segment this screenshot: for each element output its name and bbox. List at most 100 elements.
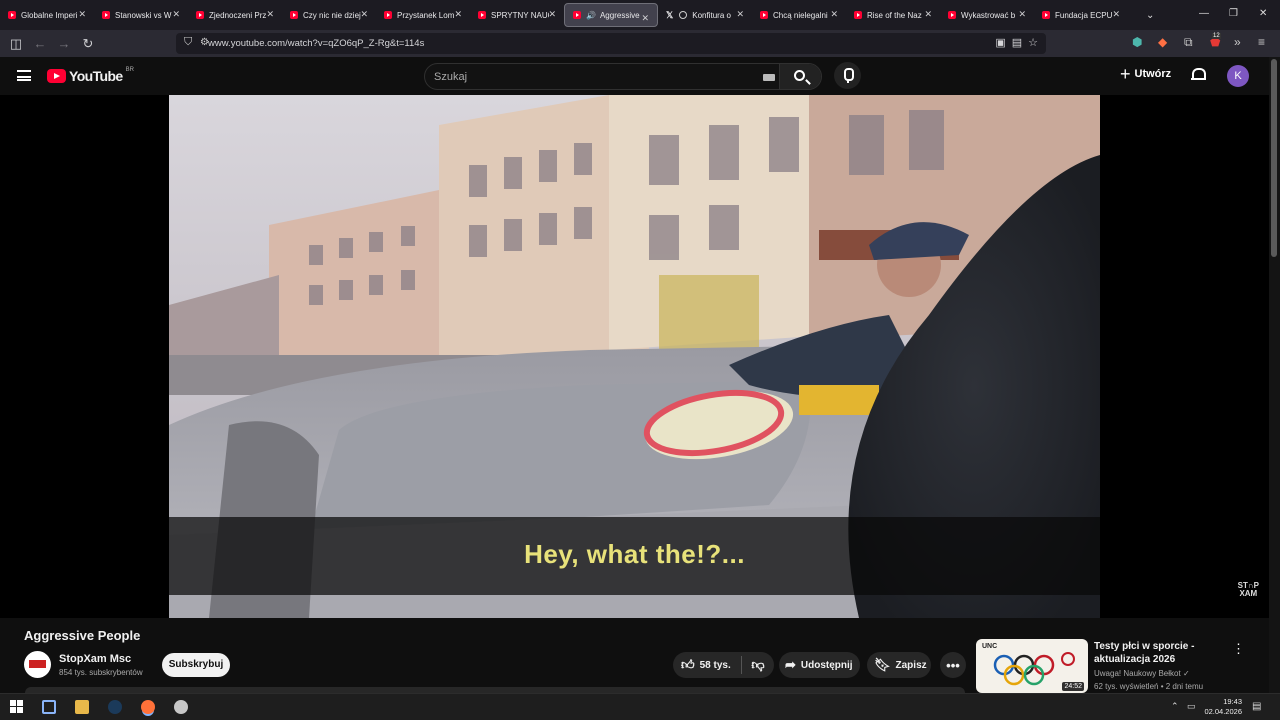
channel-avatar[interactable] [24, 651, 51, 678]
youtube-logo[interactable]: YouTube BR [47, 67, 134, 84]
account-avatar[interactable]: K [1227, 65, 1249, 87]
overflow-chevron-icon[interactable]: » [1234, 35, 1241, 49]
network-icon[interactable]: ▭ [1187, 701, 1196, 712]
menu-icon[interactable]: ≡ [1258, 35, 1265, 49]
app-icon[interactable] [174, 700, 188, 714]
search-input[interactable]: Szukaj [434, 71, 467, 83]
windows-taskbar: ⌃ ▭ 19:43 02.04.2026 ▤ [0, 693, 1280, 720]
extensions-icon[interactable]: ⧉ [1184, 35, 1193, 50]
close-tab-icon[interactable]: ✕ [454, 9, 462, 20]
channel-name[interactable]: StopXam Msc [59, 653, 143, 665]
browser-tab[interactable]: Czy nic nie dziej ✕ [282, 0, 376, 30]
browser-tab[interactable]: SPRYTNY NAUC ✕ [470, 0, 564, 30]
recommended-title[interactable]: Testy płci w sporcie - aktualizacja 2026 [1094, 640, 1244, 666]
file-explorer-icon[interactable] [75, 700, 89, 714]
browser-tab[interactable]: Fundacja ECPU ✕ [1034, 0, 1128, 30]
subscribe-button[interactable]: Subskrybuj [162, 653, 230, 677]
minimize-icon[interactable]: — [1199, 8, 1209, 19]
close-tab-icon[interactable]: ✕ [641, 13, 649, 24]
back-icon[interactable]: ← [28, 36, 52, 51]
youtube-play-icon [47, 69, 66, 83]
browser-tab[interactable]: Globalne Imperi ✕ [0, 0, 94, 30]
browser-tab[interactable]: Wykastrować b ✕ [940, 0, 1034, 30]
windows-start-icon[interactable] [10, 700, 24, 714]
more-actions-button[interactable]: ••• [940, 652, 966, 678]
keyboard-icon[interactable] [763, 74, 775, 81]
share-button[interactable]: ➦ Udostępnij [779, 652, 860, 678]
channel-watermark[interactable]: ST∩P XAM [1238, 582, 1259, 598]
bookmark-star-icon[interactable]: ☆ [1028, 36, 1038, 49]
youtube-icon [573, 11, 581, 19]
restore-icon[interactable]: ❐ [1229, 8, 1238, 19]
browser-tab-bar: Globalne Imperi ✕ Stanowski vs W ✕ Zjednoc… [0, 0, 1280, 30]
monitor-app-icon[interactable] [42, 700, 56, 714]
close-tab-icon[interactable]: ✕ [830, 9, 838, 20]
thumbs-down-icon: 👎︎ [751, 657, 765, 672]
more-vertical-icon[interactable]: ⋮ [1232, 641, 1245, 657]
save-button[interactable]: 🔖︎ Zapisz [867, 652, 931, 678]
browser-tab[interactable]: 𝕏 Konfitura o ✕ [658, 0, 752, 30]
hamburger-menu-icon[interactable] [17, 70, 31, 81]
search-button[interactable] [779, 64, 821, 89]
close-tab-icon[interactable]: ✕ [360, 9, 368, 20]
reload-icon[interactable]: ↻ [76, 36, 100, 52]
youtube-icon [760, 11, 768, 19]
more-horizontal-icon: ••• [946, 657, 960, 673]
close-tab-icon[interactable]: ✕ [548, 9, 556, 20]
vpn-extension-icon[interactable]: ⬢ [1132, 35, 1142, 49]
close-tab-icon[interactable]: ✕ [736, 9, 744, 20]
youtube-icon [478, 11, 486, 19]
youtube-icon [948, 11, 956, 19]
close-tab-icon[interactable]: ✕ [266, 9, 274, 20]
browser-tab-active[interactable]: 🔊 Aggressive ✕ [564, 3, 658, 27]
create-button[interactable]: + Utwórz [1120, 65, 1171, 83]
recommended-video[interactable]: UNC 24:52 Testy płci w sporcie - aktuali… [976, 639, 1266, 693]
picture-in-picture-icon[interactable]: ▣ [995, 36, 1005, 49]
shield-icon[interactable]: ⛉ [184, 36, 192, 49]
steam-icon[interactable] [108, 700, 122, 714]
close-tab-icon[interactable]: ✕ [78, 9, 86, 20]
address-bar[interactable]: ⛉ ⚙ www.youtube.com/watch?v=qZO6qP_Z-Rg&… [176, 33, 1046, 54]
reader-view-icon[interactable]: ▤ [1012, 36, 1022, 49]
browser-tab[interactable]: Przystanek Lom ✕ [376, 0, 470, 30]
url-text[interactable]: www.youtube.com/watch?v=qZO6qP_Z-Rg&t=11… [208, 38, 424, 49]
page-scrollbar[interactable] [1269, 57, 1280, 720]
notifications-bell-icon[interactable] [1191, 67, 1206, 82]
close-tab-icon[interactable]: ✕ [172, 9, 180, 20]
speaker-icon[interactable]: 🔊 [586, 11, 596, 20]
close-tab-icon[interactable]: ✕ [1018, 9, 1026, 20]
subscriber-count: 854 tys. subskrybentów [59, 667, 143, 677]
permissions-icon[interactable]: ⚙ [200, 37, 209, 48]
clock[interactable]: 19:43 02.04.2026 [1198, 697, 1242, 717]
close-tab-icon[interactable]: ✕ [924, 9, 932, 20]
x-icon: 𝕏 [666, 9, 674, 20]
tab-list-chevron-icon[interactable]: ⌄ [1146, 10, 1154, 21]
forward-icon[interactable]: → [52, 36, 76, 51]
notifications-icon[interactable]: ▤ [1252, 701, 1261, 712]
dislike-button[interactable]: 👎︎ [742, 657, 774, 673]
voice-search-mic-icon[interactable] [834, 62, 861, 89]
video-duration: 24:52 [1062, 682, 1084, 691]
browser-tab[interactable]: Zjednoczeni Prz ✕ [188, 0, 282, 30]
channel-info[interactable]: StopXam Msc 854 tys. subskrybentów [24, 651, 143, 678]
tray-chevron-icon[interactable]: ⌃ [1171, 701, 1179, 712]
recommended-thumbnail[interactable]: UNC 24:52 [976, 639, 1088, 693]
video-frame[interactable]: Hey, what the!?... [169, 95, 1100, 618]
browser-tab[interactable]: Chcą nielegalni ✕ [752, 0, 846, 30]
youtube-icon [102, 11, 110, 19]
recommended-channel[interactable]: Uwaga! Naukowy Bełkot ✓ [1094, 669, 1190, 678]
extension-badge: 12 [1212, 33, 1221, 39]
fox-extension-icon[interactable]: ◆ [1158, 35, 1167, 49]
youtube-icon [1042, 11, 1050, 19]
sidebar-toggle-icon[interactable]: ◫ [4, 36, 28, 52]
search-bar[interactable]: Szukaj [424, 63, 822, 90]
video-player[interactable]: Hey, what the!?... ST∩P XAM [0, 95, 1269, 618]
close-tab-icon[interactable]: ✕ [1112, 9, 1120, 20]
scrollbar-thumb[interactable] [1271, 59, 1277, 257]
bookmark-icon: 🔖︎ [874, 657, 891, 672]
firefox-icon[interactable] [141, 700, 155, 714]
like-button[interactable]: 👍︎ 58 tys. [673, 656, 742, 674]
close-window-icon[interactable]: ✕ [1259, 8, 1267, 19]
browser-tab[interactable]: Stanowski vs W ✕ [94, 0, 188, 30]
browser-tab[interactable]: Rise of the Naz ✕ [846, 0, 940, 30]
